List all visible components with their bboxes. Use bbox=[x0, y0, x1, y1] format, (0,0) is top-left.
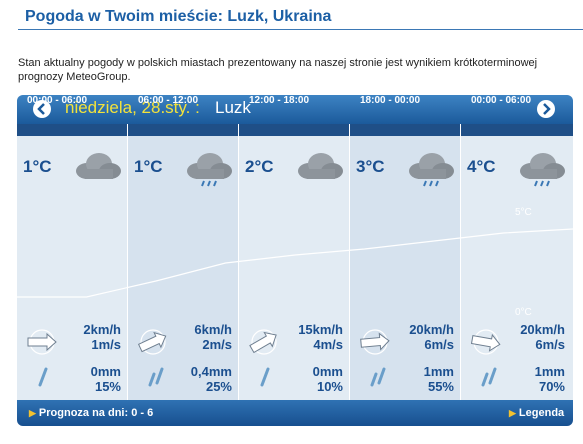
temperature: 3°C bbox=[356, 157, 385, 176]
precipitation-chance: 70% bbox=[538, 379, 565, 394]
raindrop-icon bbox=[38, 367, 48, 387]
wind-speed: 15km/h 4m/s bbox=[283, 322, 343, 352]
wind-speed: 6km/h 2m/s bbox=[172, 322, 232, 352]
raindrops-icon bbox=[481, 367, 497, 387]
period-time: 00:00 - 06:00 bbox=[471, 95, 532, 106]
next-day-button[interactable] bbox=[537, 100, 555, 118]
precipitation-chance: 10% bbox=[316, 379, 343, 394]
cloud-rain-icon bbox=[187, 153, 232, 187]
precipitation-amount: 0mm bbox=[312, 364, 343, 379]
raindrop-icon bbox=[260, 367, 270, 387]
wind-speed-ms: 1m/s bbox=[91, 337, 121, 352]
triangle-right-icon: ▶ bbox=[509, 408, 516, 418]
chart-max-label: 5°C bbox=[515, 207, 532, 218]
temperature: 1°C bbox=[23, 157, 52, 176]
temperature: 2°C bbox=[245, 157, 274, 176]
wind-speed: 20km/h 6m/s bbox=[505, 322, 565, 352]
precipitation-amount: 0,4mm bbox=[190, 364, 232, 379]
chevron-right-icon bbox=[543, 103, 551, 115]
precipitation-amount: 0mm bbox=[90, 364, 121, 379]
cloud-rain-icon bbox=[409, 153, 454, 187]
wind-speed: 2km/h 1m/s bbox=[61, 322, 121, 352]
precipitation-chance: 55% bbox=[427, 379, 454, 394]
wind-speed-kmh: 15km/h bbox=[298, 322, 343, 337]
cloud-icon bbox=[76, 153, 121, 179]
column-divider bbox=[127, 124, 128, 400]
forecast-days-link[interactable]: ▶ Prognoza na dni: 0 - 6 bbox=[29, 407, 153, 419]
period-time: 18:00 - 00:00 bbox=[360, 95, 421, 106]
legend-label: Legenda bbox=[518, 407, 565, 419]
wind-speed-kmh: 20km/h bbox=[520, 322, 565, 337]
period-header-row bbox=[17, 124, 573, 136]
cloud-rain-icon bbox=[520, 153, 565, 187]
precipitation-chance: 25% bbox=[205, 379, 232, 394]
wind-speed-ms: 6m/s bbox=[535, 337, 565, 352]
precipitation: 0,4mm 25% bbox=[172, 364, 232, 394]
precipitation-amount: 1mm bbox=[423, 364, 454, 379]
wind-speed-kmh: 20km/h bbox=[409, 322, 454, 337]
wind-speed-ms: 6m/s bbox=[424, 337, 454, 352]
legend-link[interactable]: ▶ Legenda bbox=[509, 407, 564, 419]
intro-text: Stan aktualny pogody w polskich miastach… bbox=[18, 57, 538, 83]
wind-direction-icon bbox=[360, 329, 390, 355]
wind-speed-ms: 4m/s bbox=[313, 337, 343, 352]
wind-direction-icon bbox=[249, 329, 277, 355]
wind-speed-kmh: 2km/h bbox=[83, 322, 121, 337]
triangle-right-icon: ▶ bbox=[29, 408, 36, 418]
wind-speed: 20km/h 6m/s bbox=[394, 322, 454, 352]
precipitation-chance: 15% bbox=[94, 379, 121, 394]
precipitation: 0mm 10% bbox=[283, 364, 343, 394]
temperature: 1°C bbox=[134, 157, 163, 176]
wind-direction-icon bbox=[27, 329, 57, 355]
wind-direction-icon bbox=[470, 329, 501, 355]
wind-speed-kmh: 6km/h bbox=[194, 322, 232, 337]
temperature-line bbox=[17, 228, 573, 298]
title-divider bbox=[18, 29, 583, 30]
cloud-icon bbox=[298, 153, 343, 179]
forecast-days-label: Prognoza na dni: 0 - 6 bbox=[38, 407, 154, 419]
precipitation-amount: 1mm bbox=[534, 364, 565, 379]
page-title: Pogoda w Twoim mieście: Luzk, Ukraina bbox=[25, 8, 332, 25]
wind-speed-ms: 2m/s bbox=[202, 337, 232, 352]
column-divider bbox=[349, 124, 350, 400]
precipitation: 1mm 55% bbox=[394, 364, 454, 394]
wind-direction-icon bbox=[137, 329, 167, 355]
city-name: Luzk bbox=[215, 98, 251, 117]
column-divider bbox=[238, 124, 239, 400]
raindrops-icon bbox=[148, 367, 164, 387]
precipitation: 0mm 15% bbox=[61, 364, 121, 394]
weather-widget: niedziela, 28.sty. : Luzk 5°C 0°C 00:00 … bbox=[17, 95, 573, 426]
period-time: 06:00 - 12:00 bbox=[138, 95, 199, 106]
column-divider bbox=[460, 124, 461, 400]
raindrops-icon bbox=[370, 367, 386, 387]
widget-footer: ▶ Prognoza na dni: 0 - 6 ▶ Legenda bbox=[17, 400, 573, 426]
period-time: 00:00 - 06:00 bbox=[27, 95, 88, 106]
period-time: 12:00 - 18:00 bbox=[249, 95, 310, 106]
precipitation: 1mm 70% bbox=[505, 364, 565, 394]
chart-min-label: 0°C bbox=[515, 307, 532, 318]
temperature: 4°C bbox=[467, 157, 496, 176]
